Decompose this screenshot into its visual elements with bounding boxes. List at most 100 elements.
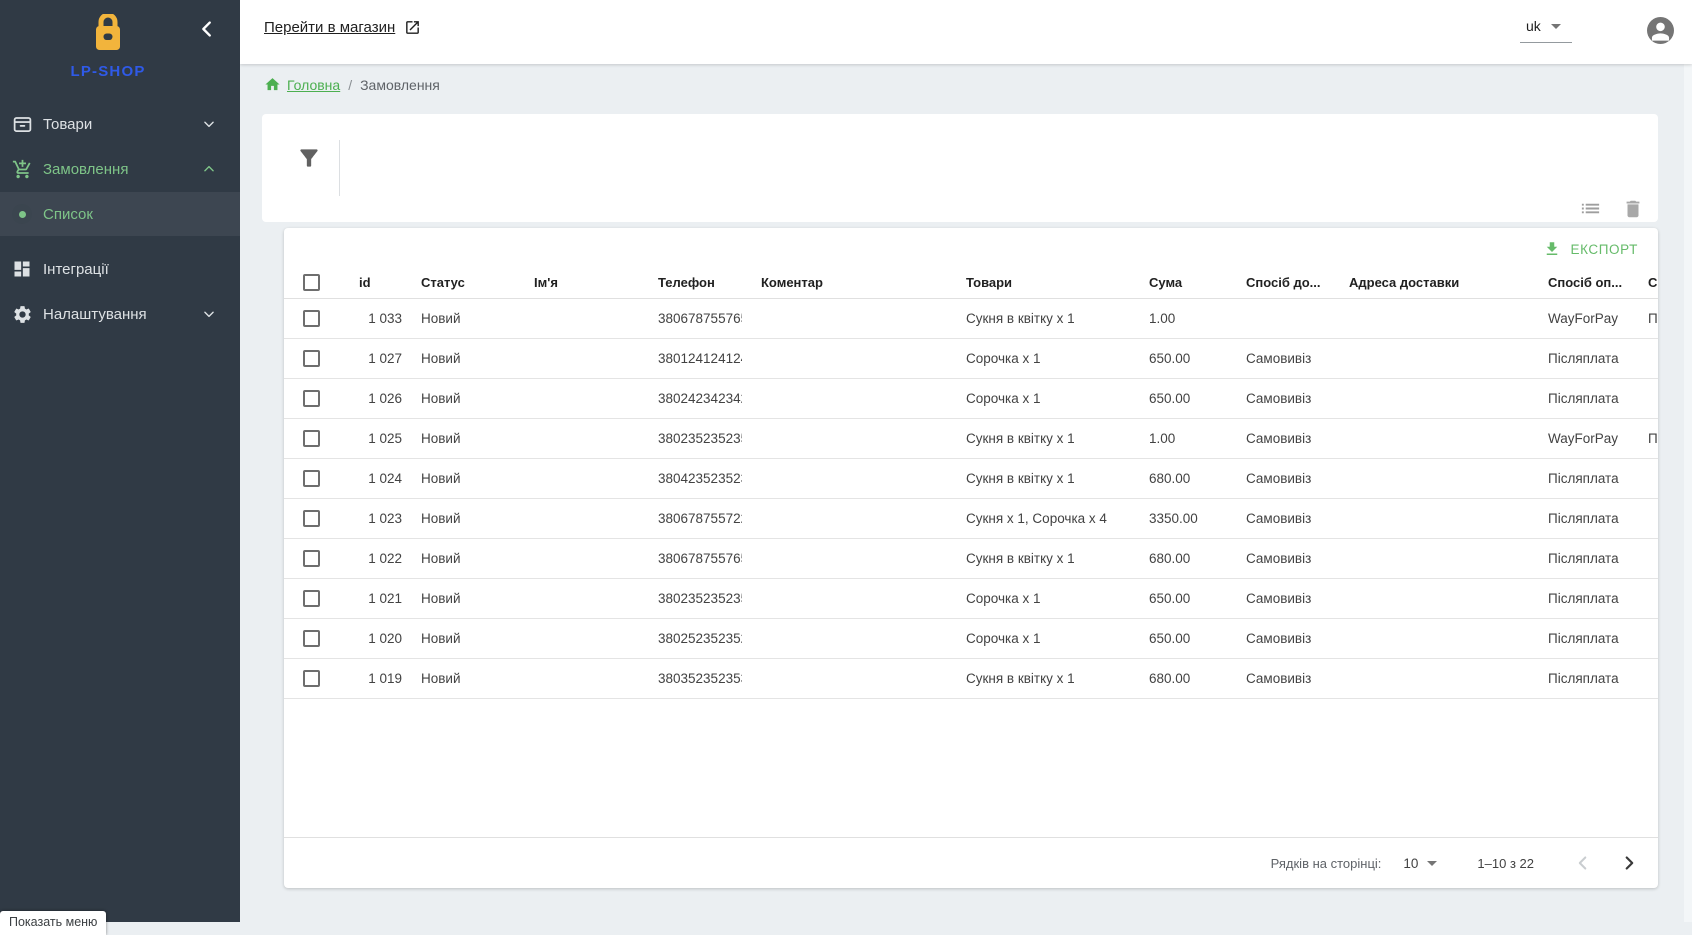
download-icon xyxy=(1543,240,1561,258)
column-list-icon[interactable] xyxy=(1579,197,1602,220)
filter-funnel-icon[interactable] xyxy=(296,145,322,171)
table-row[interactable]: 1 020Новий380252352352Сорочка х 1650.00С… xyxy=(284,618,1658,658)
breadcrumb-current: Замовлення xyxy=(360,77,440,93)
cell-payment: Післяплата xyxy=(1529,578,1629,618)
sidebar-item-products[interactable]: Товари xyxy=(0,102,240,146)
cell-payment: WayForPay xyxy=(1529,418,1629,458)
cell-id: 1 021 xyxy=(340,578,402,618)
cell-sum: 680.00 xyxy=(1130,658,1227,698)
cell-status: Новий xyxy=(402,578,515,618)
column-header-extra[interactable]: С xyxy=(1629,268,1658,298)
breadcrumb-home-link[interactable]: Головна xyxy=(264,76,340,93)
cell-address xyxy=(1330,338,1529,378)
cell-products: Сорочка х 1 xyxy=(947,578,1130,618)
rows-per-page-select[interactable]: 10 xyxy=(1403,856,1437,871)
column-header-address[interactable]: Адреса доставки xyxy=(1330,268,1529,298)
select-all-checkbox[interactable] xyxy=(303,274,320,291)
table-row[interactable]: 1 026Новий380242342342Сорочка х 1650.00С… xyxy=(284,378,1658,418)
app-logo[interactable]: LP-SHOP xyxy=(0,14,216,80)
cell-phone: 380423523523 xyxy=(639,458,742,498)
cell-delivery: Самовивіз xyxy=(1227,538,1330,578)
user-avatar[interactable] xyxy=(1647,17,1674,44)
cell-sum: 680.00 xyxy=(1130,538,1227,578)
table-row[interactable]: 1 033Новий380678755765Сукня в квітку х 1… xyxy=(284,298,1658,338)
table-row[interactable]: 1 027Новий380124124124Сорочка х 1650.00С… xyxy=(284,338,1658,378)
cell-id: 1 026 xyxy=(340,378,402,418)
orders-table: id Статус Ім'я Телефон Коментар Товари С… xyxy=(284,268,1658,699)
cell-address xyxy=(1330,378,1529,418)
table-row[interactable]: 1 022Новий380678755765Сукня в квітку х 1… xyxy=(284,538,1658,578)
next-page-icon[interactable] xyxy=(1618,852,1640,874)
cell-delivery xyxy=(1227,298,1330,338)
row-checkbox[interactable] xyxy=(303,630,320,647)
row-checkbox[interactable] xyxy=(303,510,320,527)
cell-id: 1 027 xyxy=(340,338,402,378)
sidebar-item-label: Товари xyxy=(43,116,202,133)
cell-name xyxy=(515,538,639,578)
cell-products: Сорочка х 1 xyxy=(947,618,1130,658)
sidebar-collapse-button[interactable] xyxy=(196,18,218,40)
column-header-name[interactable]: Ім'я xyxy=(515,268,639,298)
sidebar-item-integrations[interactable]: Інтеграції xyxy=(0,247,240,291)
scrollbar-track[interactable] xyxy=(1684,64,1692,922)
breadcrumb: Головна / Замовлення xyxy=(264,76,440,93)
breadcrumb-separator: / xyxy=(348,77,352,93)
cell-products: Сорочка х 1 xyxy=(947,338,1130,378)
cell-name xyxy=(515,658,639,698)
cell-sum: 680.00 xyxy=(1130,458,1227,498)
export-button[interactable]: ЕКСПОРТ xyxy=(1535,234,1646,264)
column-header-payment[interactable]: Спосіб оп... xyxy=(1529,268,1629,298)
row-checkbox[interactable] xyxy=(303,390,320,407)
cell-extra: Пі xyxy=(1629,298,1658,338)
row-checkbox[interactable] xyxy=(303,470,320,487)
column-header-delivery[interactable]: Спосіб до... xyxy=(1227,268,1330,298)
cell-status: Новий xyxy=(402,338,515,378)
cell-products: Сукня в квітку х 1 xyxy=(947,298,1130,338)
table-row[interactable]: 1 021Новий380235235235Сорочка х 1650.00С… xyxy=(284,578,1658,618)
cell-sum: 1.00 xyxy=(1130,418,1227,458)
cell-payment: Післяплата xyxy=(1529,338,1629,378)
trash-icon[interactable] xyxy=(1622,198,1644,220)
row-checkbox[interactable] xyxy=(303,670,320,687)
row-checkbox[interactable] xyxy=(303,550,320,567)
sidebar-item-label: Налаштування xyxy=(43,306,202,323)
table-row[interactable]: 1 024Новий380423523523Сукня в квітку х 1… xyxy=(284,458,1658,498)
column-header-status[interactable]: Статус xyxy=(402,268,515,298)
row-checkbox[interactable] xyxy=(303,430,320,447)
sidebar-item-orders[interactable]: Замовлення xyxy=(0,147,240,191)
table-row[interactable]: 1 019Новий380352352353Сукня в квітку х 1… xyxy=(284,658,1658,698)
cell-id: 1 023 xyxy=(340,498,402,538)
column-header-phone[interactable]: Телефон xyxy=(639,268,742,298)
row-checkbox[interactable] xyxy=(303,350,320,367)
cell-phone: 380242342342 xyxy=(639,378,742,418)
language-select[interactable]: uk xyxy=(1520,16,1572,43)
cell-address xyxy=(1330,458,1529,498)
column-header-products[interactable]: Товари xyxy=(947,268,1130,298)
pagination-bar: Рядків на сторінці: 10 1–10 з 22 xyxy=(284,837,1658,888)
cart-plus-icon xyxy=(10,159,34,180)
cell-payment: Післяплата xyxy=(1529,458,1629,498)
column-header-comment[interactable]: Коментар xyxy=(742,268,947,298)
chevron-down-icon xyxy=(202,307,216,321)
cell-delivery: Самовивіз xyxy=(1227,578,1330,618)
row-checkbox[interactable] xyxy=(303,310,320,327)
sidebar-item-orders-list[interactable]: Список xyxy=(0,192,240,236)
column-header-sum[interactable]: Сума xyxy=(1130,268,1227,298)
table-row[interactable]: 1 025Новий380235235235Сукня в квітку х 1… xyxy=(284,418,1658,458)
cell-sum: 650.00 xyxy=(1130,338,1227,378)
cell-extra: Пі xyxy=(1629,418,1658,458)
cell-sum: 650.00 xyxy=(1130,578,1227,618)
column-header-id[interactable]: id xyxy=(340,268,402,298)
products-box-icon xyxy=(10,114,34,135)
cell-status: Новий xyxy=(402,658,515,698)
pagination-range: 1–10 з 22 xyxy=(1477,856,1534,871)
cell-products: Сукня в квітку х 1 xyxy=(947,458,1130,498)
cell-status: Новий xyxy=(402,538,515,578)
cell-phone: 380235235235 xyxy=(639,418,742,458)
go-to-store-link[interactable]: Перейти в магазин xyxy=(264,19,421,36)
sidebar-item-label: Список xyxy=(43,206,240,223)
cell-comment xyxy=(742,538,947,578)
table-row[interactable]: 1 023Новий380678755722Сукня х 1, Сорочка… xyxy=(284,498,1658,538)
row-checkbox[interactable] xyxy=(303,590,320,607)
sidebar-item-settings[interactable]: Налаштування xyxy=(0,292,240,336)
